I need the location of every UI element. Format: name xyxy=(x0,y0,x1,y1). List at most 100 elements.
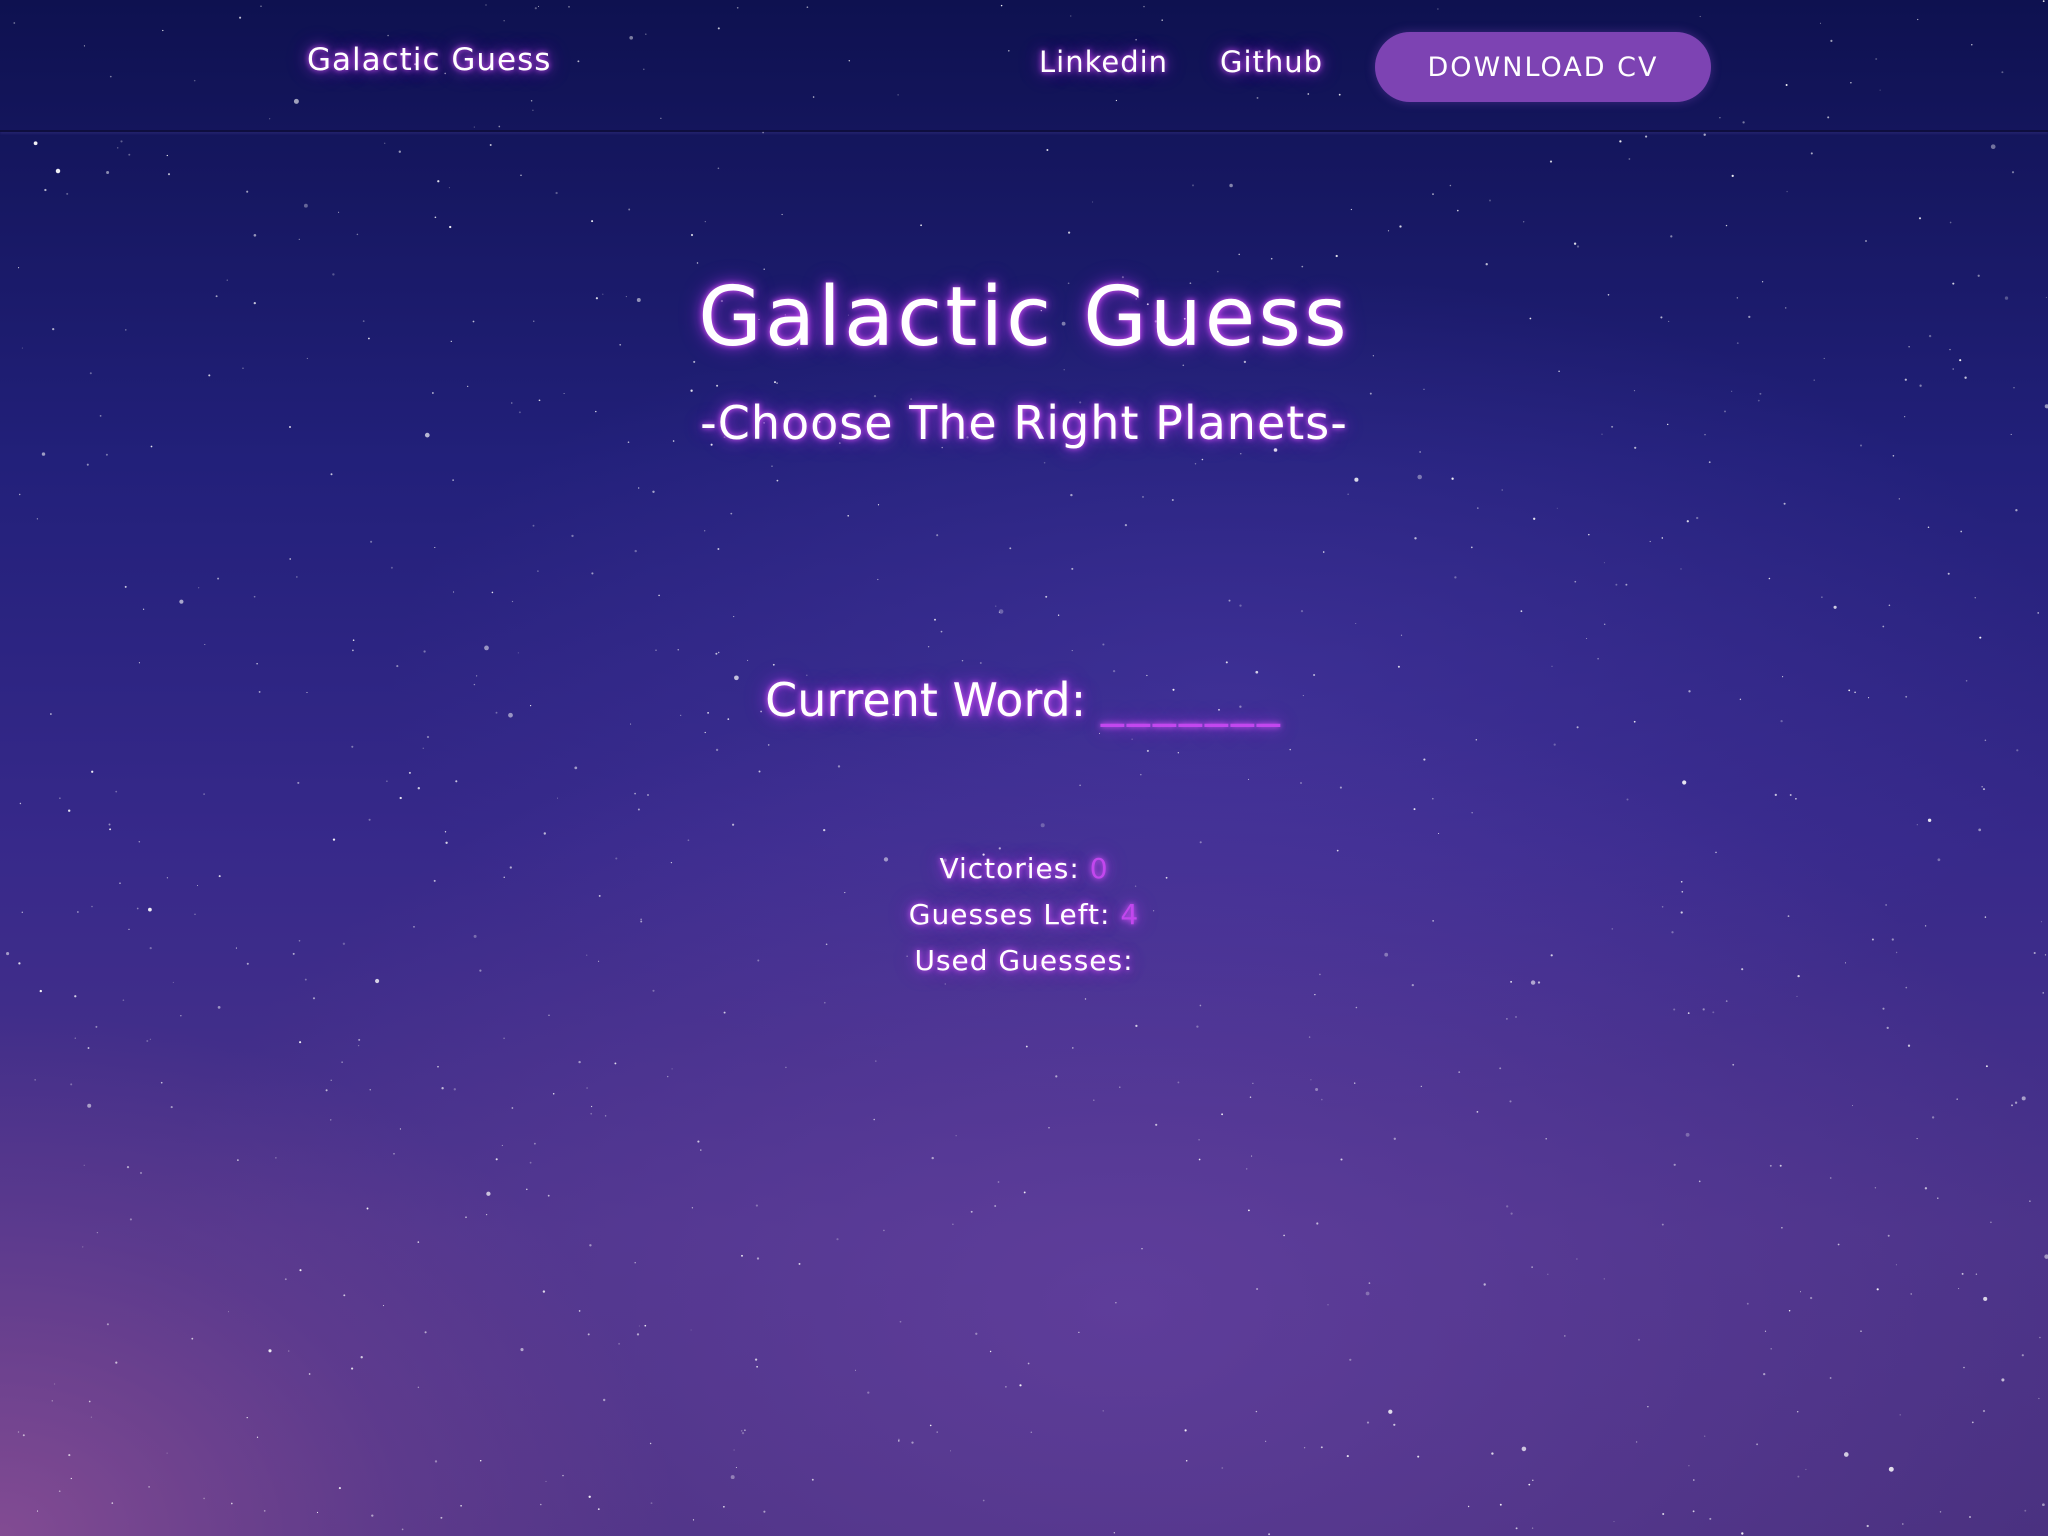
star xyxy=(332,838,336,841)
star xyxy=(1491,1452,1494,1455)
star xyxy=(120,140,123,143)
star xyxy=(1221,1467,1224,1469)
star xyxy=(167,173,171,176)
star xyxy=(511,600,514,603)
star xyxy=(1931,1116,1935,1119)
star xyxy=(1413,808,1416,811)
star xyxy=(671,1068,673,1070)
star xyxy=(1320,1446,1323,1449)
star xyxy=(149,1038,151,1040)
star xyxy=(731,823,735,826)
star xyxy=(1198,1138,1200,1141)
star xyxy=(371,1514,374,1517)
star xyxy=(1068,231,1071,234)
star xyxy=(1252,1082,1254,1084)
star xyxy=(1388,1409,1393,1414)
star xyxy=(543,832,546,835)
star xyxy=(1515,1016,1517,1018)
star xyxy=(1199,1004,1202,1007)
nav-link-github[interactable]: Github xyxy=(1220,45,1323,79)
star xyxy=(74,995,77,998)
star xyxy=(655,649,657,651)
star xyxy=(836,1238,839,1241)
star xyxy=(877,578,879,581)
star xyxy=(1030,1431,1033,1433)
guesses-left-row: Guesses Left: 4 xyxy=(0,892,2048,938)
star xyxy=(384,142,386,144)
star xyxy=(756,1365,758,1368)
star xyxy=(1458,1071,1461,1073)
nav-link-linkedin[interactable]: Linkedin xyxy=(1039,45,1168,79)
star xyxy=(867,1391,870,1394)
star xyxy=(1625,583,1628,586)
star xyxy=(256,663,258,665)
star xyxy=(1886,1026,1889,1030)
star xyxy=(1704,1435,1706,1437)
star xyxy=(715,748,719,752)
star xyxy=(763,1510,766,1513)
star xyxy=(1549,160,1553,163)
star xyxy=(1366,1421,1370,1424)
star xyxy=(723,1011,726,1014)
star xyxy=(1949,221,1952,224)
star xyxy=(1638,1338,1640,1341)
star xyxy=(460,1504,462,1507)
star xyxy=(1248,1209,1250,1212)
star xyxy=(1746,1302,1749,1305)
star xyxy=(227,1311,230,1313)
star xyxy=(1692,1510,1695,1513)
star xyxy=(111,1502,114,1504)
star xyxy=(129,1218,132,1221)
star xyxy=(875,1060,877,1062)
star xyxy=(1420,1085,1422,1087)
star xyxy=(1916,1138,1918,1140)
star xyxy=(408,771,411,774)
star xyxy=(217,1006,221,1009)
star xyxy=(704,731,706,734)
starfield-background xyxy=(6,0,2048,1536)
star xyxy=(1289,748,1291,751)
star xyxy=(1340,1158,1343,1161)
star xyxy=(1456,209,1459,212)
star xyxy=(1515,1527,1518,1530)
star xyxy=(1509,1100,1512,1103)
star xyxy=(1990,144,1996,150)
star xyxy=(1673,1163,1676,1166)
star xyxy=(563,392,565,395)
star xyxy=(203,1497,205,1500)
star xyxy=(1975,1273,1978,1275)
star xyxy=(1887,1234,1890,1237)
star xyxy=(1315,1088,1319,1091)
star xyxy=(1774,793,1777,797)
star xyxy=(467,385,469,388)
star xyxy=(1251,1155,1253,1157)
star xyxy=(1346,1455,1349,1458)
star xyxy=(2011,1104,2013,1107)
star xyxy=(995,605,997,607)
star xyxy=(87,1047,90,1049)
star xyxy=(203,793,205,795)
star xyxy=(998,609,1004,614)
star xyxy=(105,453,108,456)
star xyxy=(955,1135,957,1137)
star xyxy=(1483,1283,1486,1286)
star xyxy=(1813,379,1815,381)
star xyxy=(532,524,535,527)
star xyxy=(1833,605,1837,609)
star xyxy=(1349,1358,1352,1361)
star xyxy=(437,180,440,183)
star xyxy=(2013,387,2015,389)
star xyxy=(208,374,211,377)
star xyxy=(716,384,719,387)
star xyxy=(1347,493,1349,495)
star xyxy=(1558,370,1560,373)
star xyxy=(1354,1082,1356,1084)
download-cv-button[interactable]: DOWNLOAD CV xyxy=(1375,32,1711,102)
star xyxy=(1662,1512,1665,1516)
star xyxy=(1874,1187,1877,1189)
star xyxy=(898,1440,900,1442)
star xyxy=(1795,797,1797,800)
brand-logo-text[interactable]: Galactic Guess xyxy=(307,42,551,78)
star xyxy=(824,1001,826,1004)
star xyxy=(1576,1258,1578,1260)
